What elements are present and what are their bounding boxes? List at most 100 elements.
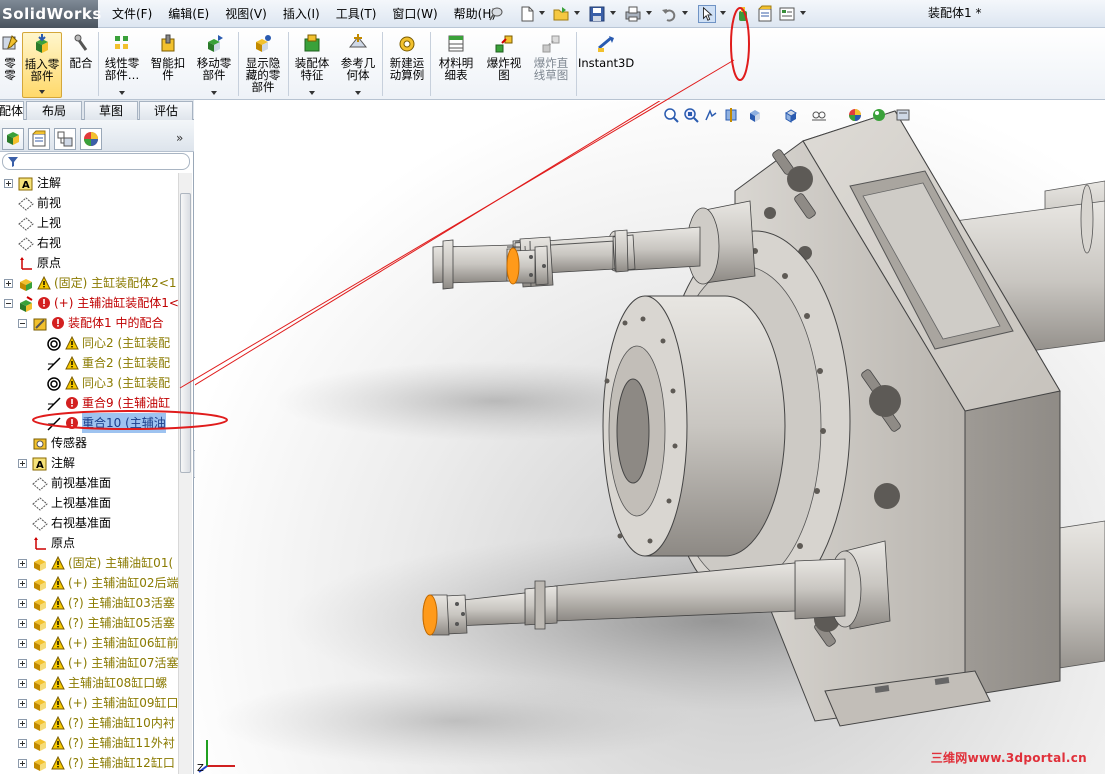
heads-up-view-toolbar [663, 107, 943, 125]
expand-icon[interactable] [18, 599, 27, 608]
mates-folder-icon [33, 318, 47, 331]
command-button[interactable]: 参考几 何体 [336, 32, 380, 98]
command-button[interactable]: 爆炸视 图 [482, 32, 526, 98]
file-properties-icon[interactable] [756, 5, 774, 23]
expand-icon[interactable] [18, 679, 27, 688]
tree-node-label: 前视 [37, 196, 62, 210]
command-button[interactable]: 配合 [66, 32, 96, 98]
save-dropdown-icon[interactable] [610, 11, 616, 15]
menu-item[interactable]: 工具(T) [328, 0, 385, 28]
collapse-icon[interactable] [4, 299, 13, 308]
tree-node-label: 重合9 (主辅油缸 [82, 396, 171, 410]
command-tab[interactable]: 评估 [139, 101, 193, 120]
tree-filter[interactable] [2, 153, 190, 170]
command-button[interactable]: Instant3D [578, 32, 634, 98]
undo-dropdown-icon[interactable] [682, 11, 688, 15]
feature-tree-tab[interactable] [2, 128, 24, 150]
part-icon [34, 659, 46, 671]
error-icon [66, 397, 78, 409]
command-tab[interactable]: 布局 [26, 101, 82, 120]
expand-icon[interactable] [18, 759, 27, 768]
expand-icon[interactable] [18, 719, 27, 728]
select-dropdown-icon[interactable] [720, 11, 726, 15]
collapse-icon[interactable] [18, 319, 27, 328]
command-dropdown-icon[interactable] [309, 91, 315, 95]
menu-item[interactable]: 视图(V) [217, 0, 275, 28]
scene-icon[interactable] [871, 107, 887, 123]
undo-icon[interactable] [660, 5, 678, 23]
command-button[interactable]: 智能扣 件 [147, 32, 189, 98]
expand-icon[interactable] [18, 739, 27, 748]
zoom-area-icon[interactable] [683, 107, 699, 123]
command-dropdown-icon[interactable] [211, 91, 217, 95]
expand-icon[interactable] [18, 559, 27, 568]
expand-icon[interactable] [4, 279, 13, 288]
command-button[interactable]: 新建运 动算例 [384, 32, 430, 98]
command-button[interactable]: 插入零 部件 [22, 32, 62, 98]
command-label: 线性零 部件… [104, 56, 140, 82]
open-folder-icon[interactable] [552, 5, 570, 23]
tree-scrollbar[interactable] [178, 173, 192, 774]
options-dropdown-icon[interactable] [800, 11, 806, 15]
expand-icon[interactable] [18, 619, 27, 628]
new-document-icon[interactable] [518, 5, 536, 23]
coincident-icon [47, 397, 61, 411]
menu-item[interactable]: 插入(I) [275, 0, 328, 28]
command-label: 插入零 部件 [24, 57, 60, 83]
warning-icon [51, 756, 65, 770]
bom-icon [448, 35, 464, 52]
view-settings-icon[interactable] [895, 107, 911, 123]
expand-icon[interactable] [18, 459, 27, 468]
save-icon[interactable] [588, 5, 606, 23]
print-icon[interactable] [624, 5, 642, 23]
previous-view-icon[interactable] [703, 107, 719, 123]
expand-icon[interactable] [18, 639, 27, 648]
section-view-icon[interactable] [723, 107, 739, 123]
cylinder-assembly-model[interactable] [195, 101, 1105, 774]
menu-item[interactable]: 窗口(W) [384, 0, 445, 28]
command-dropdown-icon[interactable] [119, 91, 125, 95]
tree-node-label: 上视 [37, 216, 62, 230]
new-dropdown-icon[interactable] [539, 11, 545, 15]
tree-node-label: 同心2 (主缸装配 [82, 336, 171, 350]
hide-show-items-icon[interactable] [811, 107, 827, 123]
configuration-manager-tab[interactable] [54, 128, 76, 150]
command-button[interactable]: 显示隐 藏的零 部件 [240, 32, 286, 98]
menu-item[interactable]: 文件(F) [104, 0, 160, 28]
command-button[interactable]: 材料明 细表 [434, 32, 478, 98]
display-manager-icon [84, 132, 98, 146]
scrollbar-thumb[interactable] [180, 193, 191, 473]
command-button[interactable]: 装配体 特征 [290, 32, 334, 98]
expand-icon[interactable] [18, 579, 27, 588]
expand-icon[interactable] [18, 659, 27, 668]
command-dropdown-icon[interactable] [39, 90, 45, 94]
graphics-viewport[interactable]: Z 三维网www.3dportal.cn [195, 101, 1105, 774]
expand-icon[interactable] [4, 179, 13, 188]
appearance-icon[interactable] [847, 107, 863, 123]
watermark: 三维网www.3dportal.cn [930, 751, 1087, 765]
toolbar-separator [430, 32, 431, 96]
display-style-icon[interactable] [783, 107, 799, 123]
zoom-to-fit-icon[interactable] [663, 107, 679, 123]
expand-icon[interactable] [18, 699, 27, 708]
part-icon [34, 599, 46, 611]
command-button[interactable]: 零 零 [0, 32, 20, 98]
command-button[interactable]: 移动零 部件 [192, 32, 236, 98]
command-tab[interactable]: 草图 [84, 101, 138, 120]
rebuild-icon[interactable] [734, 5, 752, 23]
command-dropdown-icon[interactable] [355, 91, 361, 95]
print-dropdown-icon[interactable] [646, 11, 652, 15]
panel-expand-icon[interactable]: » [176, 131, 183, 145]
view-orientation-icon[interactable] [747, 107, 763, 123]
select-cursor-icon[interactable] [698, 5, 716, 23]
menu-item[interactable]: 编辑(E) [160, 0, 217, 28]
command-tab[interactable]: 配体 [0, 101, 24, 121]
command-button[interactable]: 线性零 部件… [100, 32, 144, 98]
options-icon[interactable] [778, 5, 796, 23]
tree-node-label: (?) 主辅油缸10内衬 [68, 716, 175, 730]
display-manager-tab[interactable] [80, 128, 102, 150]
property-manager-tab[interactable] [28, 128, 50, 150]
open-dropdown-icon[interactable] [574, 11, 580, 15]
command-label: 零 零 [4, 56, 16, 82]
pin-icon[interactable] [488, 6, 504, 22]
